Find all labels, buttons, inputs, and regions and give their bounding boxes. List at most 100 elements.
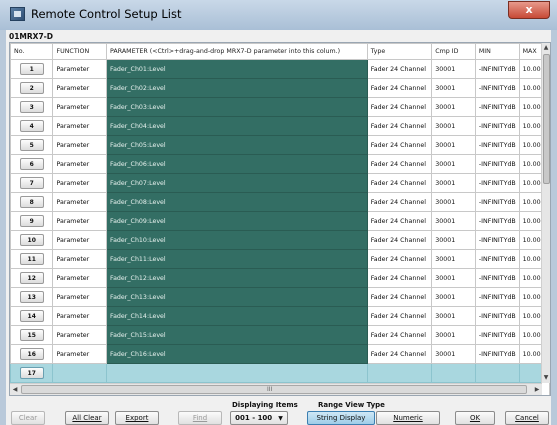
cancel-button[interactable]: Cancel: [505, 411, 549, 425]
row-number-button[interactable]: 5: [19, 139, 44, 151]
row-number-button[interactable]: 15: [19, 329, 44, 341]
cell-type[interactable]: Fader 24 Channel: [366, 135, 433, 155]
cell-function[interactable]: Parameter: [52, 192, 108, 212]
row-number-button[interactable]: 9: [19, 215, 44, 227]
table-row[interactable]: 9 Parameter Fader_Ch09:Level Fader 24 Chann…: [10, 211, 550, 231]
cell-min[interactable]: -INFINITYdB: [474, 154, 520, 174]
table-row[interactable]: 6 Parameter Fader_Ch06:Level Fader 24 Chann…: [10, 154, 550, 174]
cell-function[interactable]: Parameter: [52, 344, 108, 364]
cell-parameter[interactable]: Fader_Ch03:Level: [106, 97, 368, 117]
col-header-parameter[interactable]: PARAMETER (<Ctrl>+drag-and-drop MRX7-D p…: [106, 43, 368, 60]
table-row[interactable]: 13 Parameter Fader_Ch13:Level Fader 24 Chan…: [10, 287, 550, 307]
cell-min[interactable]: -INFINITYdB: [474, 230, 520, 250]
ok-button[interactable]: OK: [455, 411, 495, 425]
cell-function[interactable]: Parameter: [52, 325, 108, 345]
export-button[interactable]: Export: [115, 411, 159, 425]
cell-parameter[interactable]: Fader_Ch10:Level: [106, 230, 368, 250]
cell-min[interactable]: -INFINITYdB: [474, 78, 520, 98]
displaying-items-select[interactable]: 001 - 100 ▼: [230, 411, 288, 425]
clear-button[interactable]: Clear: [11, 411, 45, 425]
cell-parameter[interactable]: Fader_Ch05:Level: [106, 135, 368, 155]
cell-type[interactable]: Fader 24 Channel: [366, 78, 433, 98]
row-number-button[interactable]: 4: [19, 120, 44, 132]
cell-function[interactable]: Parameter: [52, 306, 108, 326]
cell-no[interactable]: 17: [10, 363, 54, 383]
cell-min[interactable]: -INFINITYdB: [474, 116, 520, 136]
table-row[interactable]: 16 Parameter Fader_Ch16:Level Fader 24 Chan…: [10, 344, 550, 364]
cell-min[interactable]: -INFINITYdB: [474, 306, 520, 326]
cell-min[interactable]: -INFINITYdB: [474, 192, 520, 212]
row-number-button[interactable]: 12: [19, 272, 44, 284]
col-header-cmp-id[interactable]: Cmp ID: [431, 43, 476, 60]
cell-cmp-id[interactable]: 30001: [431, 211, 476, 231]
cell-no[interactable]: 1: [10, 59, 54, 79]
find-button[interactable]: Find: [178, 411, 222, 425]
cell-type[interactable]: Fader 24 Channel: [366, 97, 433, 117]
cell-cmp-id[interactable]: 30001: [431, 116, 476, 136]
cell-no[interactable]: 11: [10, 249, 54, 269]
row-number-button[interactable]: 8: [19, 196, 44, 208]
all-clear-button[interactable]: All Clear: [65, 411, 109, 425]
cell-no[interactable]: 4: [10, 116, 54, 136]
cell-cmp-id[interactable]: 30001: [431, 287, 476, 307]
cell-parameter[interactable]: [106, 363, 368, 383]
cell-type[interactable]: Fader 24 Channel: [366, 344, 433, 364]
cell-cmp-id[interactable]: 30001: [431, 59, 476, 79]
cell-function[interactable]: [52, 363, 108, 383]
cell-no[interactable]: 5: [10, 135, 54, 155]
close-button[interactable]: x: [508, 1, 550, 19]
cell-no[interactable]: 8: [10, 192, 54, 212]
cell-no[interactable]: 9: [10, 211, 54, 231]
row-number-button[interactable]: 1: [19, 63, 44, 75]
cell-function[interactable]: Parameter: [52, 116, 108, 136]
cell-parameter[interactable]: Fader_Ch01:Level: [106, 59, 368, 79]
row-number-button[interactable]: 10: [19, 234, 44, 246]
cell-function[interactable]: Parameter: [52, 249, 108, 269]
table-row[interactable]: 11 Parameter Fader_Ch11:Level Fader 24 Chan…: [10, 249, 550, 269]
cell-min[interactable]: -INFINITYdB: [474, 325, 520, 345]
row-number-button[interactable]: 16: [19, 348, 44, 360]
cell-function[interactable]: Parameter: [52, 230, 108, 250]
scroll-left-arrow-icon[interactable]: ◀: [10, 384, 20, 395]
cell-cmp-id[interactable]: 30001: [431, 135, 476, 155]
row-number-button[interactable]: 6: [19, 158, 44, 170]
col-header-function[interactable]: FUNCTION: [52, 43, 108, 60]
cell-cmp-id[interactable]: [431, 363, 476, 383]
cell-cmp-id[interactable]: 30001: [431, 344, 476, 364]
cell-no[interactable]: 12: [10, 268, 54, 288]
table-row[interactable]: 4 Parameter Fader_Ch04:Level Fader 24 Chann…: [10, 116, 550, 136]
col-header-type[interactable]: Type: [366, 43, 433, 60]
cell-min[interactable]: -INFINITYdB: [474, 211, 520, 231]
table-row[interactable]: 17: [10, 363, 550, 383]
scroll-down-arrow-icon[interactable]: ▼: [542, 373, 550, 383]
cell-parameter[interactable]: Fader_Ch08:Level: [106, 192, 368, 212]
cell-no[interactable]: 10: [10, 230, 54, 250]
vertical-scrollbar[interactable]: ▲ ▼: [541, 43, 550, 383]
cell-cmp-id[interactable]: 30001: [431, 325, 476, 345]
cell-type[interactable]: Fader 24 Channel: [366, 59, 433, 79]
table-row[interactable]: 7 Parameter Fader_Ch07:Level Fader 24 Chann…: [10, 173, 550, 193]
cell-no[interactable]: 3: [10, 97, 54, 117]
cell-no[interactable]: 16: [10, 344, 54, 364]
horizontal-scroll-thumb[interactable]: III: [21, 385, 527, 394]
row-number-button[interactable]: 11: [19, 253, 44, 265]
cell-function[interactable]: Parameter: [52, 97, 108, 117]
cell-no[interactable]: 2: [10, 78, 54, 98]
table-row[interactable]: 3 Parameter Fader_Ch03:Level Fader 24 Chann…: [10, 97, 550, 117]
cell-type[interactable]: Fader 24 Channel: [366, 116, 433, 136]
row-number-button[interactable]: 2: [19, 82, 44, 94]
cell-cmp-id[interactable]: 30001: [431, 230, 476, 250]
table-row[interactable]: 8 Parameter Fader_Ch08:Level Fader 24 Chann…: [10, 192, 550, 212]
cell-cmp-id[interactable]: 30001: [431, 268, 476, 288]
cell-type[interactable]: [366, 363, 433, 383]
row-number-button[interactable]: 14: [19, 310, 44, 322]
cell-min[interactable]: -INFINITYdB: [474, 287, 520, 307]
table-row[interactable]: 5 Parameter Fader_Ch05:Level Fader 24 Chann…: [10, 135, 550, 155]
row-number-button[interactable]: 7: [19, 177, 44, 189]
cell-parameter[interactable]: Fader_Ch16:Level: [106, 344, 368, 364]
cell-no[interactable]: 14: [10, 306, 54, 326]
table-row[interactable]: 10 Parameter Fader_Ch10:Level Fader 24 Chan…: [10, 230, 550, 250]
cell-min[interactable]: -INFINITYdB: [474, 268, 520, 288]
cell-parameter[interactable]: Fader_Ch15:Level: [106, 325, 368, 345]
cell-min[interactable]: [474, 363, 520, 383]
